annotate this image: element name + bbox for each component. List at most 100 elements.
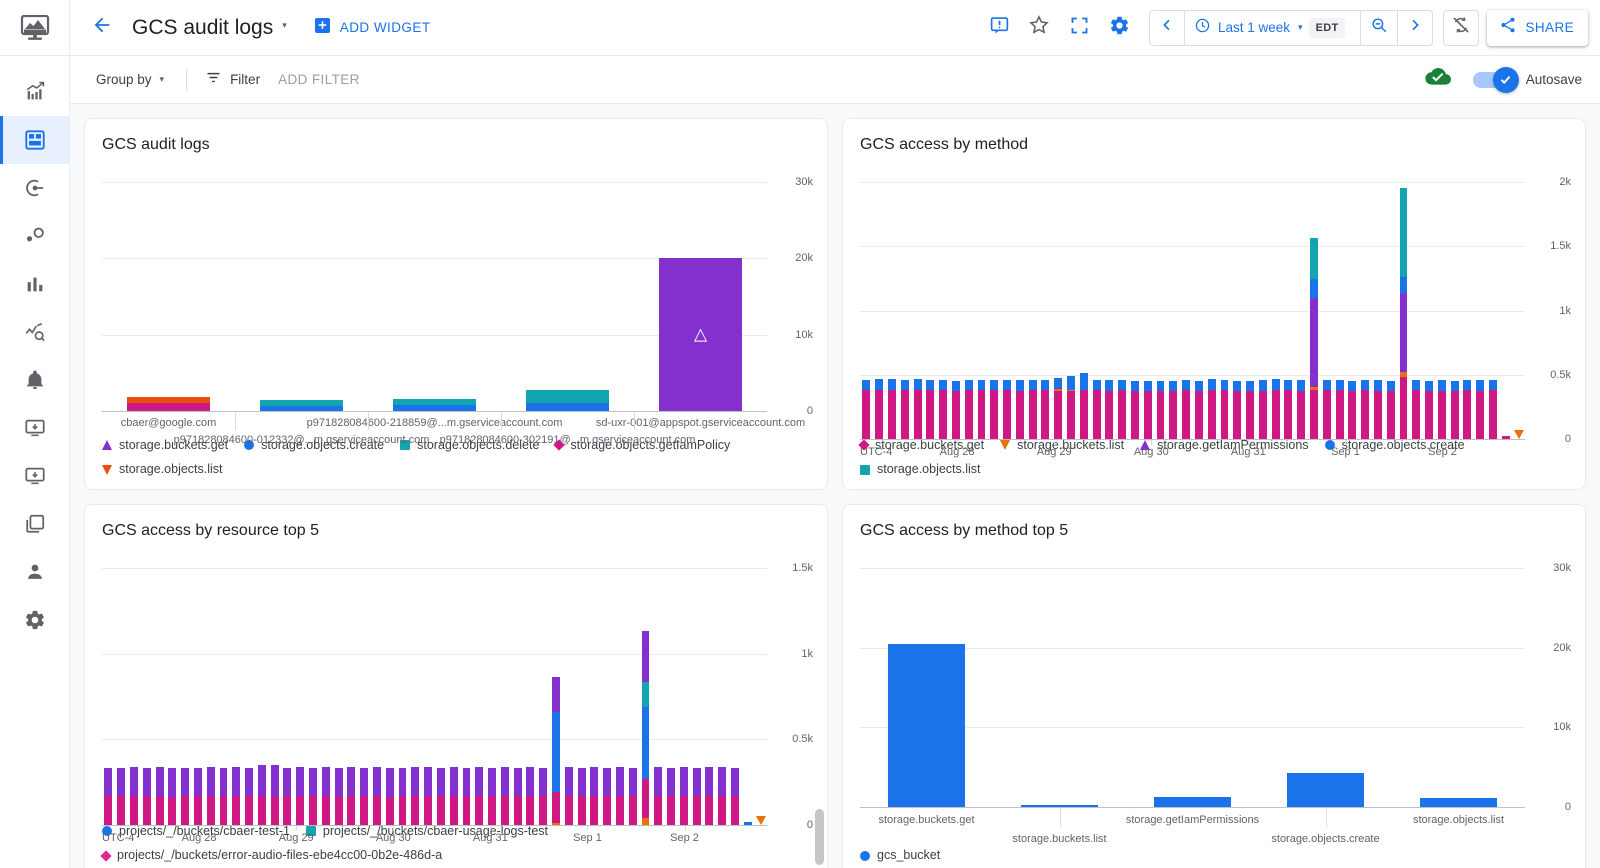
bar[interactable] (564, 767, 573, 825)
bar[interactable] (1297, 380, 1306, 439)
bar[interactable] (219, 767, 228, 825)
bar[interactable] (951, 380, 960, 439)
bar[interactable] (1153, 797, 1232, 807)
bar[interactable] (117, 767, 126, 825)
bar[interactable] (539, 767, 548, 825)
bar[interactable] (1143, 380, 1152, 439)
sidebar-item-groups[interactable] (0, 452, 70, 500)
bar[interactable] (334, 767, 343, 825)
bar[interactable] (526, 390, 609, 411)
bar[interactable] (1020, 805, 1099, 807)
bar[interactable] (1373, 380, 1382, 439)
widget-scrollbar[interactable] (815, 809, 824, 865)
bar[interactable] (449, 767, 458, 825)
bar[interactable] (1271, 378, 1280, 439)
bar[interactable] (615, 767, 624, 825)
bar[interactable] (888, 379, 896, 439)
bar[interactable] (731, 767, 739, 825)
bar[interactable] (1246, 380, 1254, 439)
bar[interactable] (1463, 380, 1472, 439)
bar[interactable] (926, 380, 935, 439)
bar[interactable] (1258, 380, 1267, 439)
bar[interactable] (360, 767, 369, 825)
bar[interactable] (1412, 380, 1421, 439)
bar[interactable] (977, 379, 986, 439)
autosave-toggle[interactable]: Autosave (1472, 66, 1582, 93)
bar[interactable] (1437, 380, 1446, 439)
bar[interactable] (270, 764, 279, 825)
bar[interactable] (1015, 380, 1024, 439)
bar[interactable] (862, 379, 871, 439)
bar[interactable] (130, 767, 138, 825)
bar[interactable] (1310, 237, 1318, 439)
bar[interactable] (875, 379, 884, 439)
legend-item[interactable]: gcs_bucket (860, 846, 940, 865)
sidebar-item-copies[interactable] (0, 500, 70, 548)
bar[interactable] (939, 380, 948, 439)
back-button[interactable] (84, 10, 120, 46)
bar[interactable] (1182, 379, 1191, 439)
bar[interactable] (1335, 379, 1344, 439)
time-prev-button[interactable] (1150, 11, 1184, 45)
bar[interactable] (424, 767, 433, 825)
bar[interactable] (913, 379, 922, 439)
bar[interactable] (679, 767, 688, 825)
bar[interactable] (1286, 772, 1365, 807)
share-button[interactable]: SHARE (1487, 9, 1588, 46)
bar[interactable] (692, 767, 701, 825)
bar[interactable] (142, 767, 151, 825)
bar[interactable] (475, 767, 484, 825)
chart-plot-area[interactable]: 0 0.5k 1k 1.5k UTC-4 Aug 28 Aug 29 Aug 30 Aug 31… (102, 540, 813, 844)
timezone-chip[interactable]: EDT (1308, 17, 1346, 38)
bar[interactable] (718, 767, 727, 825)
bar[interactable] (1284, 380, 1293, 439)
bar[interactable] (1028, 379, 1037, 439)
auto-refresh-toggle-button[interactable] (1443, 9, 1480, 46)
bar[interactable] (257, 765, 266, 825)
bar[interactable] (1207, 378, 1216, 439)
time-range-picker[interactable]: Last 1 week ▾ EDT (1185, 11, 1360, 45)
bar[interactable] (1118, 380, 1127, 439)
sidebar-item-metrics[interactable] (0, 260, 70, 308)
bar[interactable] (1399, 188, 1408, 439)
bar[interactable] (526, 767, 535, 825)
bar[interactable] (628, 767, 637, 825)
bar[interactable] (321, 767, 330, 825)
legend-item[interactable]: storage.objects.list (860, 460, 981, 479)
bar[interactable] (347, 767, 356, 825)
bar[interactable] (385, 767, 394, 825)
bar[interactable] (590, 767, 599, 825)
sidebar-item-uptime-checks[interactable] (0, 404, 70, 452)
bar[interactable] (1130, 380, 1139, 439)
bar[interactable] (372, 767, 381, 825)
time-next-button[interactable] (1398, 11, 1432, 45)
bar[interactable] (488, 767, 496, 825)
bar[interactable] (155, 767, 164, 825)
bar[interactable] (245, 767, 254, 825)
bar[interactable] (1233, 380, 1242, 439)
sidebar-item-overview[interactable] (0, 68, 70, 116)
title-dropdown-caret[interactable]: ▾ (282, 20, 287, 31)
bar[interactable] (436, 767, 445, 825)
bar[interactable] (283, 767, 292, 825)
bar[interactable] (577, 767, 586, 825)
bar[interactable] (1476, 380, 1485, 439)
zoom-out-button[interactable] (1361, 11, 1397, 45)
bar[interactable] (1425, 380, 1434, 439)
bar[interactable] (398, 767, 407, 825)
bar[interactable] (990, 379, 999, 439)
sidebar-item-slo[interactable] (0, 212, 70, 260)
bar[interactable] (743, 821, 752, 825)
bar[interactable] (1156, 380, 1165, 439)
bar[interactable] (887, 644, 966, 807)
bar[interactable] (1220, 379, 1229, 439)
widget-gcs-audit-logs[interactable]: GCS audit logs 0 10k 20k 30k △ cbaer@google.c… (84, 118, 828, 490)
add-filter-button[interactable]: ADD FILTER (278, 72, 360, 87)
sidebar-item-account[interactable] (0, 548, 70, 596)
bar[interactable] (1361, 380, 1370, 439)
bar[interactable] (1067, 376, 1075, 439)
bar[interactable] (260, 399, 343, 411)
bar[interactable] (500, 766, 509, 825)
bar[interactable] (393, 398, 476, 411)
widget-gcs-access-by-method-top-5[interactable]: GCS access by method top 5 0 10k 20k 30k sto… (842, 504, 1586, 868)
